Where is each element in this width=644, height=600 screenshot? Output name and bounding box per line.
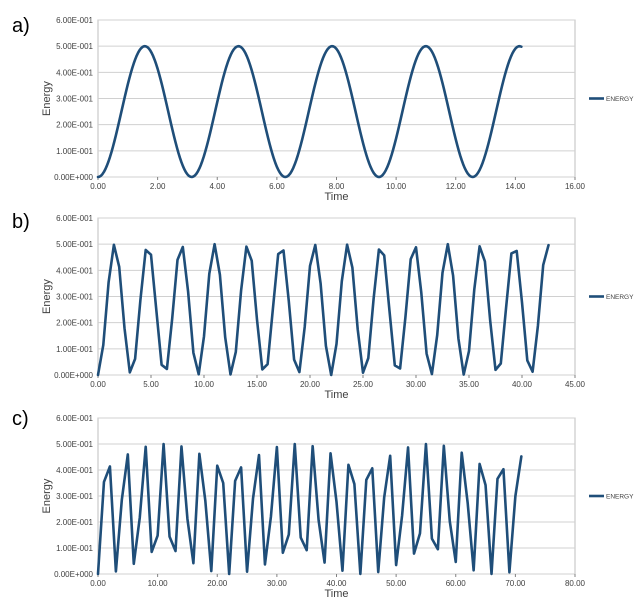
energy-figure: a) 0.00E+000 1.00E-001 2.00E-001 3.00E-001 4.… bbox=[12, 15, 634, 600]
series-line-energy bbox=[96, 442, 523, 576]
chart-panel-2: b) 0.00E+000 1.00E-001 2.00E-001 3.00E-001 4.… bbox=[12, 211, 634, 401]
x-tick-label: 70.00 bbox=[505, 579, 526, 588]
x-axis-label: Time bbox=[324, 588, 348, 600]
y-axis-label: Energy bbox=[41, 478, 53, 513]
y-axis-label: Energy bbox=[41, 279, 53, 314]
legend-label: ENERGY bbox=[606, 294, 634, 301]
x-axis-label: Time bbox=[324, 191, 348, 203]
x-tick-label: 35.00 bbox=[459, 380, 480, 389]
panel-label: b) bbox=[12, 211, 30, 233]
panel-label: a) bbox=[12, 15, 30, 37]
x-tick-label: 25.00 bbox=[353, 380, 374, 389]
x-tick-label: 4.00 bbox=[209, 182, 225, 191]
y-tick-label: 3.00E-001 bbox=[56, 293, 93, 302]
x-tick-label: 50.00 bbox=[386, 579, 407, 588]
x-tick-label: 20.00 bbox=[207, 579, 228, 588]
x-tick-label: 12.00 bbox=[446, 182, 467, 191]
x-tick-label: 0.00 bbox=[90, 380, 106, 389]
x-tick-label: 60.00 bbox=[446, 579, 467, 588]
y-tick-label: 0.00E+000 bbox=[54, 570, 93, 579]
y-tick-label: 1.00E-001 bbox=[56, 147, 93, 156]
y-tick-label: 4.00E-001 bbox=[56, 466, 93, 475]
y-tick-label: 3.00E-001 bbox=[56, 492, 93, 501]
x-tick-label: 6.00 bbox=[269, 182, 285, 191]
x-tick-label: 40.00 bbox=[512, 380, 533, 389]
series-line-energy bbox=[96, 44, 523, 179]
x-tick-label: 8.00 bbox=[329, 182, 345, 191]
y-tick-label: 6.00E-001 bbox=[56, 214, 93, 223]
x-tick-label: 30.00 bbox=[406, 380, 427, 389]
y-tick-label: 4.00E-001 bbox=[56, 68, 93, 77]
y-axis-label: Energy bbox=[41, 81, 53, 116]
y-tick-label: 6.00E-001 bbox=[56, 414, 93, 423]
y-tick-label: 2.00E-001 bbox=[56, 518, 93, 527]
x-tick-label: 45.00 bbox=[565, 380, 586, 389]
x-tick-label: 15.00 bbox=[247, 380, 268, 389]
legend-label: ENERGY bbox=[606, 494, 634, 501]
y-tick-label: 0.00E+000 bbox=[54, 371, 93, 380]
y-tick-label: 2.00E-001 bbox=[56, 121, 93, 130]
x-tick-label: 10.00 bbox=[148, 579, 169, 588]
chart-panel-3: c) 0.00E+000 1.00E-001 2.00E-001 3.00E-001 4.… bbox=[12, 408, 634, 600]
x-tick-label: 16.00 bbox=[565, 182, 586, 191]
chart-panel-1: a) 0.00E+000 1.00E-001 2.00E-001 3.00E-001 4.… bbox=[12, 15, 634, 203]
x-tick-label: 14.00 bbox=[505, 182, 526, 191]
panel-label: c) bbox=[12, 408, 29, 430]
x-tick-label: 80.00 bbox=[565, 579, 586, 588]
x-tick-label: 10.00 bbox=[386, 182, 407, 191]
x-tick-label: 5.00 bbox=[143, 380, 159, 389]
legend-label: ENERGY bbox=[606, 96, 634, 103]
y-tick-label: 1.00E-001 bbox=[56, 544, 93, 553]
y-tick-label: 5.00E-001 bbox=[56, 440, 93, 449]
y-tick-label: 1.00E-001 bbox=[56, 345, 93, 354]
y-tick-label: 6.00E-001 bbox=[56, 16, 93, 25]
x-tick-label: 20.00 bbox=[300, 380, 321, 389]
x-tick-label: 2.00 bbox=[150, 182, 166, 191]
x-tick-label: 10.00 bbox=[194, 380, 215, 389]
y-tick-label: 3.00E-001 bbox=[56, 95, 93, 104]
x-tick-label: 0.00 bbox=[90, 579, 106, 588]
y-tick-label: 5.00E-001 bbox=[56, 42, 93, 51]
x-tick-label: 40.00 bbox=[326, 579, 347, 588]
y-tick-label: 2.00E-001 bbox=[56, 319, 93, 328]
x-axis-label: Time bbox=[324, 389, 348, 401]
y-tick-label: 5.00E-001 bbox=[56, 240, 93, 249]
y-tick-label: 0.00E+000 bbox=[54, 173, 93, 182]
x-tick-label: 30.00 bbox=[267, 579, 288, 588]
x-tick-label: 0.00 bbox=[90, 182, 106, 191]
y-tick-label: 4.00E-001 bbox=[56, 266, 93, 275]
series-line-energy bbox=[96, 242, 550, 377]
